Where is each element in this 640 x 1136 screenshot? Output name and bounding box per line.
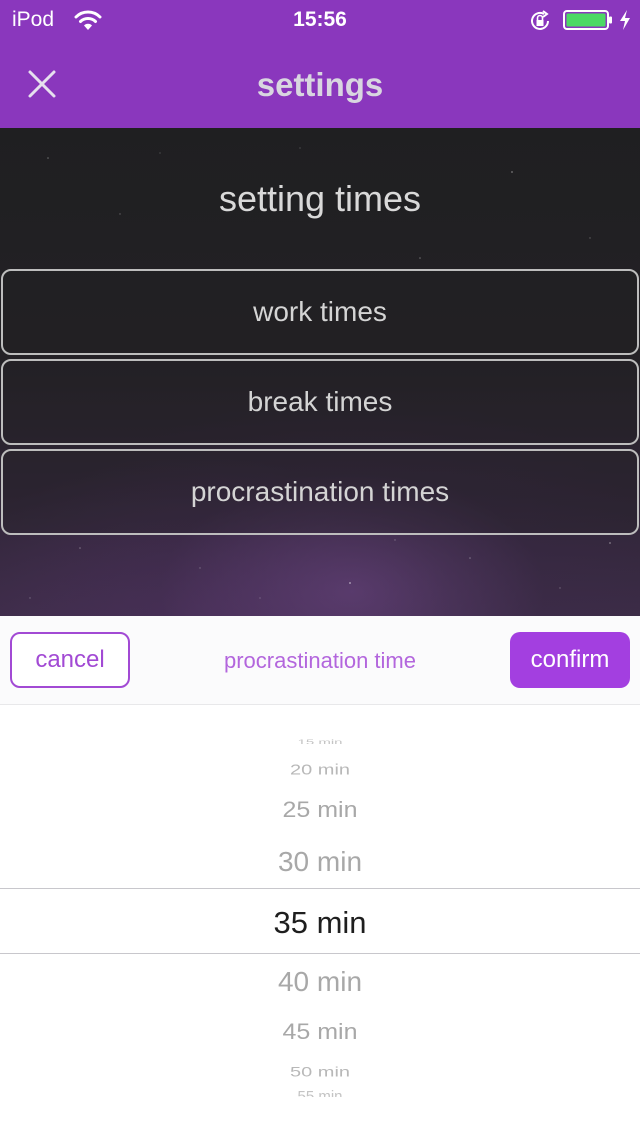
status-bar: iPod 15:56 xyxy=(0,0,640,40)
header-area: iPod 15:56 settings xyxy=(0,0,640,128)
picker-option[interactable]: 25 min xyxy=(0,798,640,824)
picker-toolbar: cancel procrastination time confirm xyxy=(0,616,640,705)
picker-option[interactable]: 40 min xyxy=(0,966,640,998)
settings-background: setting times work times break times pro… xyxy=(0,128,640,616)
confirm-button[interactable]: confirm xyxy=(510,632,630,688)
selection-divider-bottom xyxy=(0,953,640,954)
work-times-button[interactable]: work times xyxy=(1,269,639,355)
picker-title: procrastination time xyxy=(224,648,416,673)
picker-option[interactable]: 50 min xyxy=(0,1064,640,1080)
time-picker-wheel[interactable]: 15 min 20 min 25 min 30 min 35 min 40 mi… xyxy=(0,705,640,1136)
picker-option[interactable]: 15 min xyxy=(0,738,640,744)
section-heading: setting times xyxy=(218,178,422,219)
orientation-lock-icon xyxy=(531,10,549,30)
navigation-bar: settings xyxy=(0,40,640,128)
picker-option[interactable]: 20 min xyxy=(0,762,640,779)
procrastination-times-button[interactable]: procrastination times xyxy=(1,449,639,535)
picker-selected-option[interactable]: 35 min xyxy=(0,905,640,941)
cancel-button[interactable]: cancel xyxy=(10,632,130,688)
picker-option[interactable]: 30 min xyxy=(0,846,640,878)
break-times-button[interactable]: break times xyxy=(1,359,639,445)
picker-option[interactable]: 55 min xyxy=(0,1088,640,1097)
selection-divider-top xyxy=(0,888,640,889)
charging-bolt-icon xyxy=(620,10,630,30)
battery-icon xyxy=(563,10,612,30)
page-title: settings xyxy=(256,66,384,103)
picker-option[interactable]: 45 min xyxy=(0,1020,640,1046)
